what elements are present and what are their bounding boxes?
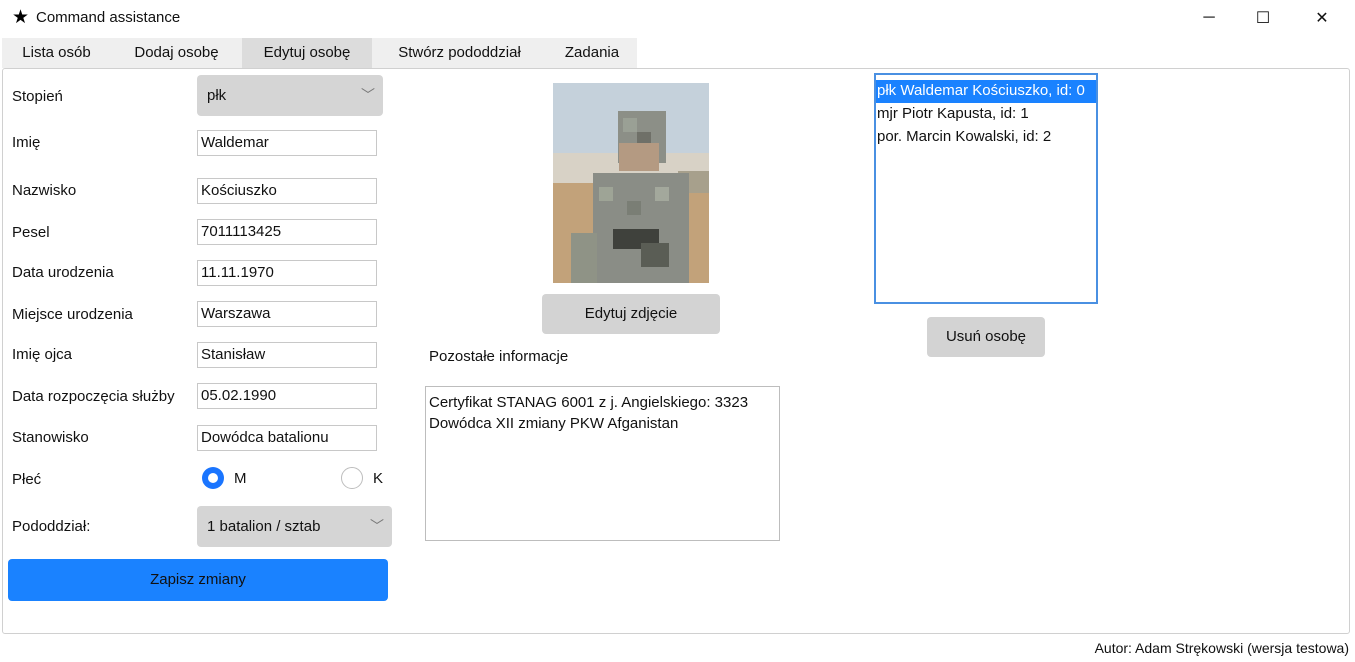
service-start-label: Data rozpoczęcia służby	[12, 388, 175, 405]
first-name-label: Imię	[12, 134, 41, 151]
position-label: Stanowisko	[12, 429, 89, 446]
sex-male-label: M	[234, 470, 247, 487]
father-name-label: Imię ojca	[12, 346, 73, 363]
sex-male-radio[interactable]	[202, 467, 224, 489]
sex-female-label: K	[373, 470, 384, 487]
tab-bar: Lista osób Dodaj osobę Edytuj osobę Stwó…	[0, 38, 1355, 68]
chevron-down-icon: ﹀	[361, 87, 375, 103]
subunit-label: Pododdział:	[12, 518, 91, 535]
photo-image	[553, 83, 709, 283]
first-name-field[interactable]: Waldemar	[197, 130, 377, 156]
edit-photo-button[interactable]: Edytuj zdjęcie	[542, 294, 720, 334]
tab-edytuj-osobe[interactable]: Edytuj osobę	[242, 38, 372, 68]
title-bar: ★ Command assistance ─ ☐ ✕	[0, 0, 1355, 36]
delete-person-button[interactable]: Usuń osobę	[927, 317, 1045, 357]
list-item[interactable]: por. Marcin Kowalski, id: 2	[876, 126, 1096, 149]
rank-select-value: płk	[207, 87, 227, 104]
rank-select[interactable]: płk ﹀	[197, 75, 383, 116]
chevron-down-icon: ﹀	[370, 518, 384, 534]
tab-stworz-pododdzial[interactable]: Stwórz pododdział	[372, 38, 547, 68]
notes-label: Pozostałe informacje	[429, 348, 569, 365]
close-button[interactable]: ✕	[1293, 0, 1351, 36]
sex-label: Płeć	[12, 471, 42, 488]
tab-zadania[interactable]: Zadania	[547, 38, 637, 68]
subunit-select[interactable]: 1 batalion / sztab ﹀	[197, 506, 392, 547]
father-name-field[interactable]: Stanisław	[197, 342, 377, 368]
list-item[interactable]: mjr Piotr Kapusta, id: 1	[876, 103, 1096, 126]
save-changes-button[interactable]: Zapisz zmiany	[8, 559, 388, 601]
tab-lista-osob[interactable]: Lista osób	[2, 38, 111, 68]
last-name-label: Nazwisko	[12, 182, 77, 199]
pesel-label: Pesel	[12, 224, 50, 241]
last-name-field[interactable]: Kościuszko	[197, 178, 377, 204]
position-field[interactable]: Dowódca batalionu	[197, 425, 377, 451]
star-icon: ★	[12, 7, 30, 28]
sex-female-radio[interactable]	[341, 467, 363, 489]
rank-label: Stopień	[12, 88, 63, 105]
birth-place-field[interactable]: Warszawa	[197, 301, 377, 327]
author-footer: Autor: Adam Strękowski (wersja testowa)	[1094, 640, 1349, 656]
notes-textarea[interactable]: Certyfikat STANAG 6001 z j. Angielskiego…	[425, 386, 780, 541]
birth-date-label: Data urodzenia	[12, 264, 114, 281]
birth-date-field[interactable]: 11.11.1970	[197, 260, 377, 286]
subunit-select-value: 1 batalion / sztab	[207, 518, 321, 535]
service-start-field[interactable]: 05.02.1990	[197, 383, 377, 409]
window-title: Command assistance	[36, 9, 181, 26]
maximize-button[interactable]: ☐	[1234, 0, 1292, 36]
people-listbox[interactable]: płk Waldemar Kościuszko, id: 0 mjr Piotr…	[874, 73, 1098, 304]
birth-place-label: Miejsce urodzenia	[12, 306, 133, 323]
tab-dodaj-osobe[interactable]: Dodaj osobę	[111, 38, 242, 68]
list-item[interactable]: płk Waldemar Kościuszko, id: 0	[876, 80, 1096, 103]
pesel-field[interactable]: 7011113425	[197, 219, 377, 245]
person-photo	[553, 83, 709, 283]
notes-line-2: Dowódca XII zmiany PKW Afganistan	[429, 415, 679, 432]
minimize-button[interactable]: ─	[1180, 0, 1238, 36]
notes-line-1: Certyfikat STANAG 6001 z j. Angielskiego…	[429, 394, 749, 411]
